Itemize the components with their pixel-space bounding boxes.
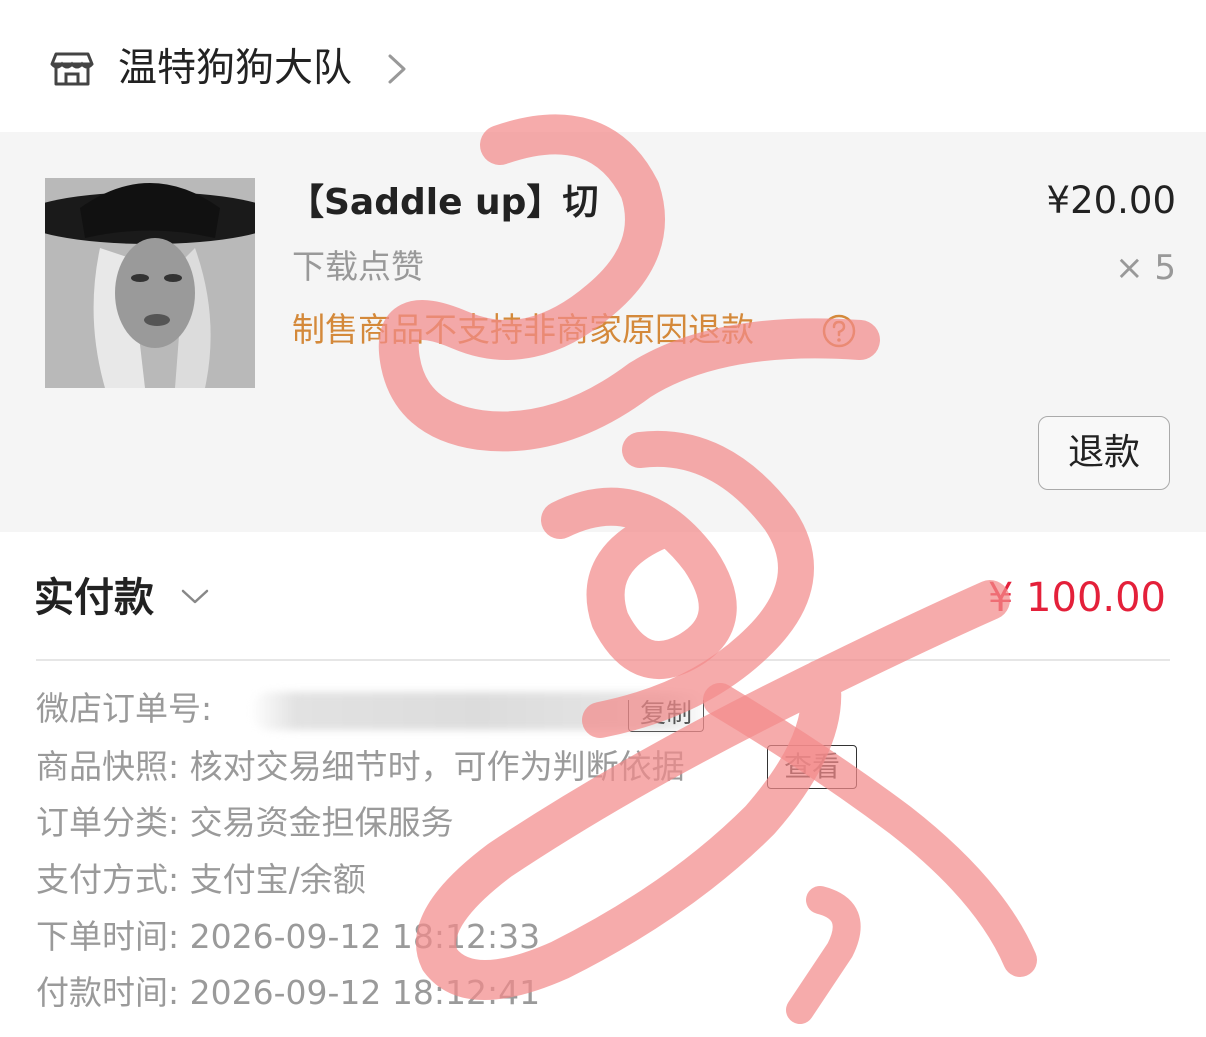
quantity: × 5 [1115,248,1176,288]
category-row: 订单分类: 交易资金担保服务 [36,800,454,846]
payment-time-label: 付款时间: [36,973,180,1012]
unit-price: ¥20.00 [1046,179,1176,222]
view-snapshot-button[interactable]: 查看 [767,745,857,789]
payment-method-row: 支付方式: 支付宝/余额 [36,857,366,903]
divider [36,659,1170,661]
refund-policy-notice: 制售商品不支持非商家原因退款 [292,310,754,349]
snapshot-text: 核对交易细节时，可作为判断依据 [189,747,685,786]
copy-button[interactable]: 复制 [628,700,704,732]
product-card[interactable]: 【Saddle up】切 下载点赞 制售商品不支持非商家原因退款 ¥20.00 … [0,132,1206,532]
order-detail-page: 温特狗狗大队 【Saddle up】切 下载点赞 制售商品不支持非商家原因退款 [0,0,1206,1037]
question-circle-icon[interactable] [822,314,856,348]
product-spec: 下载点赞 [292,247,424,286]
payment-method-value: 支付宝/余额 [189,860,366,899]
product-title[interactable]: 【Saddle up】切 [288,180,598,226]
snapshot-row: 商品快照: 核对交易细节时，可作为判断依据 [36,744,685,790]
order-number-row: 微店订单号: [36,686,212,732]
shop-name[interactable]: 温特狗狗大队 [118,44,352,94]
paid-amount-label[interactable]: 实付款 [34,572,154,624]
chevron-right-icon [388,54,406,84]
refund-button[interactable]: 退款 [1038,416,1170,490]
category-value: 交易资金担保服务 [189,803,454,842]
order-number-label: 微店订单号: [36,689,213,728]
paid-amount-value: ¥ 100.00 [987,575,1166,621]
chevron-down-icon[interactable] [180,586,210,608]
payment-time-value: 2026-09-12 18:12:41 [189,973,541,1012]
snapshot-label: 商品快照: [36,747,180,786]
store-icon [50,52,94,86]
category-label: 订单分类: [36,803,180,842]
product-thumbnail[interactable] [45,178,255,388]
order-time-label: 下单时间: [36,917,180,956]
product-photo [45,178,255,388]
shop-header[interactable]: 温特狗狗大队 [0,0,1206,132]
payment-method-label: 支付方式: [36,860,180,899]
order-time-value: 2026-09-12 18:12:33 [189,917,541,956]
payment-time-row: 付款时间: 2026-09-12 18:12:41 [36,970,540,1016]
order-time-row: 下单时间: 2026-09-12 18:12:33 [36,914,540,960]
